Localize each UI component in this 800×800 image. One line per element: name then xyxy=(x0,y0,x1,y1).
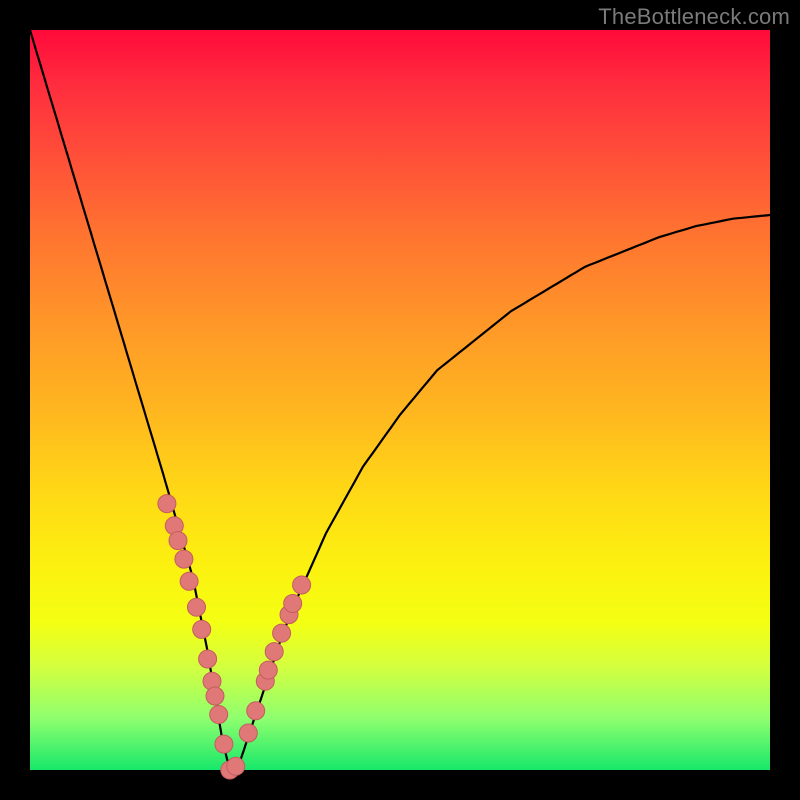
marker-point xyxy=(239,724,257,742)
bottleneck-curve xyxy=(30,30,770,770)
marker-point xyxy=(169,532,187,550)
marker-point xyxy=(175,550,193,568)
marker-point xyxy=(199,650,217,668)
marker-point xyxy=(180,572,198,590)
marker-point xyxy=(206,687,224,705)
plot-area xyxy=(30,30,770,770)
marker-point xyxy=(227,757,245,775)
marker-point xyxy=(158,495,176,513)
chart-frame: TheBottleneck.com xyxy=(0,0,800,800)
marker-point xyxy=(215,735,233,753)
marker-point xyxy=(265,643,283,661)
marker-group xyxy=(158,495,311,779)
curve-layer xyxy=(30,30,770,770)
marker-point xyxy=(188,598,206,616)
marker-point xyxy=(247,702,265,720)
marker-point xyxy=(273,624,291,642)
marker-point xyxy=(210,706,228,724)
marker-point xyxy=(193,620,211,638)
marker-point xyxy=(259,661,277,679)
watermark-text: TheBottleneck.com xyxy=(598,4,790,30)
marker-point xyxy=(284,595,302,613)
marker-point xyxy=(293,576,311,594)
